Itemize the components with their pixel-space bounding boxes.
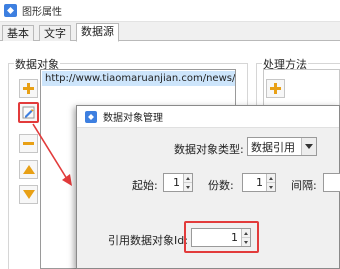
copies-spinner[interactable]: 1: [242, 173, 276, 192]
chevron-down-icon[interactable]: [301, 138, 316, 155]
type-label: 数据对象类型:: [174, 143, 244, 156]
start-decrement-button[interactable]: [184, 183, 192, 191]
ref-id-label: 引用数据对象Id:: [108, 234, 188, 247]
interval-label: 间隔:: [291, 179, 317, 192]
data-object-dialog: 数据对象管理 数据对象类型: 数据引用 起始: 1 份数: 1 间隔: 引用数据…: [76, 105, 340, 269]
start-spinner[interactable]: 1: [163, 173, 193, 192]
ref-id-highlight: [184, 221, 259, 253]
tab-data-source[interactable]: 数据源: [76, 23, 119, 42]
copies-increment-button[interactable]: [267, 174, 275, 183]
type-select[interactable]: 数据引用: [247, 137, 317, 156]
copies-label: 份数:: [208, 179, 234, 192]
type-select-value: 数据引用: [251, 140, 295, 154]
start-increment-button[interactable]: [184, 174, 192, 183]
start-label: 起始:: [132, 179, 158, 192]
dialog-app-icon: [85, 110, 97, 123]
dialog-title-bar: 数据对象管理: [77, 106, 339, 128]
interval-spinner[interactable]: [323, 173, 340, 192]
start-value[interactable]: 1: [164, 174, 183, 191]
dialog-title: 数据对象管理: [103, 113, 163, 124]
copies-decrement-button[interactable]: [267, 183, 275, 191]
copies-value[interactable]: 1: [243, 174, 266, 191]
